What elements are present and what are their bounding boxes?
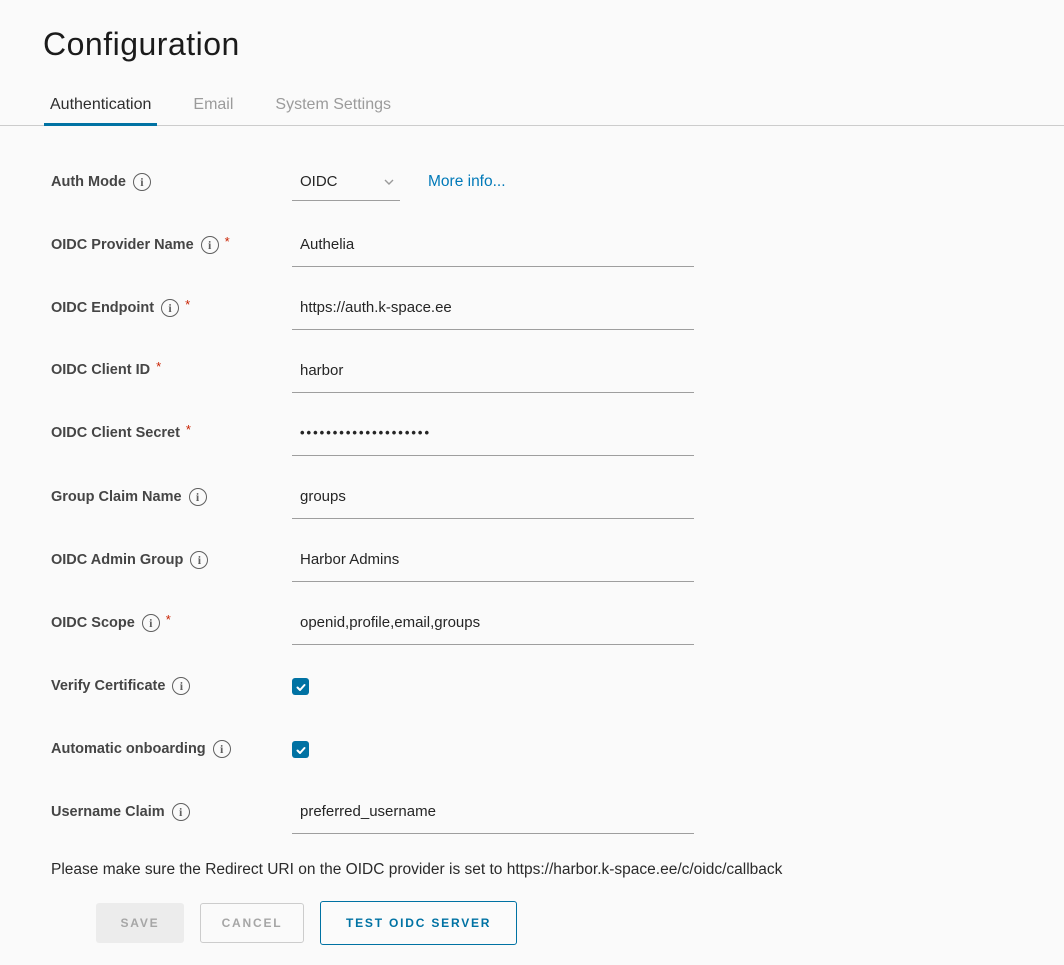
field-control: groups xyxy=(292,488,1064,519)
form-row-oidc-scope: OIDC Scope i * openid,profile,email,grou… xyxy=(51,614,1064,677)
tab-label: Authentication xyxy=(50,96,151,113)
field-label-group: OIDC Endpoint i * xyxy=(51,299,292,317)
form-row-auth-mode: Auth Mode i OIDC More info... xyxy=(51,173,1064,236)
form-row-username-claim: Username Claim i preferred_username xyxy=(51,803,1064,834)
page-title: Configuration xyxy=(0,0,1064,63)
required-asterisk: * xyxy=(185,297,190,312)
form-row-oidc-admin-group: OIDC Admin Group i Harbor Admins xyxy=(51,551,1064,614)
form-row-oidc-provider-name: OIDC Provider Name i * Authelia xyxy=(51,236,1064,299)
form-row-oidc-endpoint: OIDC Endpoint i * https://auth.k-space.e… xyxy=(51,299,1064,362)
field-label-group: Username Claim i xyxy=(51,803,292,821)
form-row-oidc-client-id: OIDC Client ID * harbor xyxy=(51,362,1064,425)
form-row-verify-certificate: Verify Certificate i xyxy=(51,677,1064,740)
field-control: harbor xyxy=(292,362,1064,393)
field-label: OIDC Scope xyxy=(51,615,135,631)
username-claim-input[interactable]: preferred_username xyxy=(292,803,694,834)
field-control: openid,profile,email,groups xyxy=(292,614,1064,645)
required-asterisk: * xyxy=(225,234,230,249)
tab-email[interactable]: Email xyxy=(187,90,239,125)
field-label: OIDC Client Secret xyxy=(51,425,180,441)
oidc-client-secret-input[interactable]: •••••••••••••••••••• xyxy=(292,425,694,456)
field-control: Harbor Admins xyxy=(292,551,1064,582)
field-control xyxy=(292,740,1064,758)
field-label-group: OIDC Client Secret * xyxy=(51,425,292,441)
field-label-group: OIDC Admin Group i xyxy=(51,551,292,569)
oidc-client-id-input[interactable]: harbor xyxy=(292,362,694,393)
form-row-group-claim-name: Group Claim Name i groups xyxy=(51,488,1064,551)
form-rows: Auth Mode i OIDC More info... OIDC Provi… xyxy=(51,173,1064,834)
field-control: https://auth.k-space.ee xyxy=(292,299,1064,330)
save-button[interactable]: SAVE xyxy=(96,903,184,943)
field-label-group: OIDC Client ID * xyxy=(51,362,292,378)
field-label: Username Claim xyxy=(51,804,165,820)
configuration-page: Configuration Authentication Email Syste… xyxy=(0,0,1064,965)
field-label: OIDC Endpoint xyxy=(51,300,154,316)
field-control: •••••••••••••••••••• xyxy=(292,425,1064,456)
field-label-group: OIDC Scope i * xyxy=(51,614,292,632)
oidc-endpoint-input[interactable]: https://auth.k-space.ee xyxy=(292,299,694,330)
chevron-down-icon xyxy=(382,175,396,189)
info-icon[interactable]: i xyxy=(172,677,190,695)
info-icon[interactable]: i xyxy=(190,551,208,569)
form-row-oidc-client-secret: OIDC Client Secret * •••••••••••••••••••… xyxy=(51,425,1064,488)
verify-certificate-checkbox[interactable] xyxy=(292,678,309,695)
info-icon[interactable]: i xyxy=(189,488,207,506)
auth-mode-select[interactable]: OIDC xyxy=(292,173,400,201)
tab-label: Email xyxy=(193,96,233,113)
field-value: openid,profile,email,groups xyxy=(300,614,480,631)
field-label-group: OIDC Provider Name i * xyxy=(51,236,292,254)
form-row-automatic-onboarding: Automatic onboarding i xyxy=(51,740,1064,803)
field-value: •••••••••••••••••••• xyxy=(300,425,431,440)
more-info-link[interactable]: More info... xyxy=(428,173,506,191)
info-icon[interactable]: i xyxy=(172,803,190,821)
field-label: Auth Mode xyxy=(51,174,126,190)
field-control: Authelia xyxy=(292,236,1064,267)
field-value: Authelia xyxy=(300,236,354,253)
check-icon xyxy=(295,681,307,693)
field-label: OIDC Client ID xyxy=(51,362,150,378)
info-icon[interactable]: i xyxy=(213,740,231,758)
info-icon[interactable]: i xyxy=(161,299,179,317)
required-asterisk: * xyxy=(166,612,171,627)
field-value: groups xyxy=(300,488,346,505)
field-value: preferred_username xyxy=(300,803,436,820)
info-icon[interactable]: i xyxy=(133,173,151,191)
info-icon[interactable]: i xyxy=(142,614,160,632)
tab-bar: Authentication Email System Settings xyxy=(0,90,1064,126)
field-label-group: Group Claim Name i xyxy=(51,488,292,506)
redirect-uri-note: Please make sure the Redirect URI on the… xyxy=(51,861,1064,879)
action-bar: SAVE CANCEL TEST OIDC SERVER xyxy=(96,901,1064,945)
field-label: OIDC Provider Name xyxy=(51,237,194,253)
required-asterisk: * xyxy=(186,422,191,437)
tab-system-settings[interactable]: System Settings xyxy=(269,90,397,125)
field-label: Group Claim Name xyxy=(51,489,182,505)
field-label: OIDC Admin Group xyxy=(51,552,183,568)
oidc-provider-name-input[interactable]: Authelia xyxy=(292,236,694,267)
tab-authentication[interactable]: Authentication xyxy=(44,90,157,125)
info-icon[interactable]: i xyxy=(201,236,219,254)
field-label: Verify Certificate xyxy=(51,678,165,694)
field-label-group: Auth Mode i xyxy=(51,173,292,191)
field-value: https://auth.k-space.ee xyxy=(300,299,452,316)
oidc-scope-input[interactable]: openid,profile,email,groups xyxy=(292,614,694,645)
automatic-onboarding-checkbox[interactable] xyxy=(292,741,309,758)
field-value: harbor xyxy=(300,362,343,379)
field-control xyxy=(292,677,1064,695)
field-label-group: Automatic onboarding i xyxy=(51,740,292,758)
oidc-admin-group-input[interactable]: Harbor Admins xyxy=(292,551,694,582)
field-control: preferred_username xyxy=(292,803,1064,834)
test-oidc-server-button[interactable]: TEST OIDC SERVER xyxy=(320,901,517,945)
field-label-group: Verify Certificate i xyxy=(51,677,292,695)
field-label: Automatic onboarding xyxy=(51,741,206,757)
select-value: OIDC xyxy=(300,173,338,190)
check-icon xyxy=(295,744,307,756)
field-control: OIDC More info... xyxy=(292,173,1064,201)
required-asterisk: * xyxy=(156,359,161,374)
field-value: Harbor Admins xyxy=(300,551,399,568)
tab-label: System Settings xyxy=(275,96,391,113)
cancel-button[interactable]: CANCEL xyxy=(200,903,304,943)
group-claim-name-input[interactable]: groups xyxy=(292,488,694,519)
auth-config-form: Auth Mode i OIDC More info... OIDC Provi… xyxy=(0,126,1064,945)
